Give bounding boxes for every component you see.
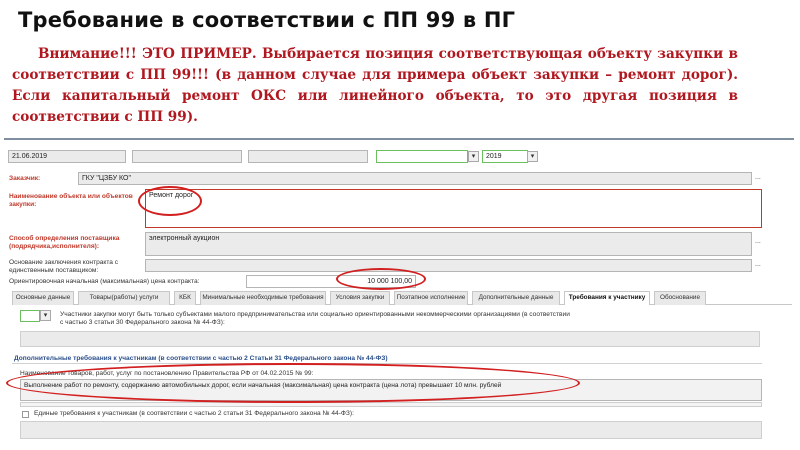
unified-checkbox[interactable] bbox=[22, 411, 29, 418]
tab-staged-execution[interactable]: Поэтапное исполнение bbox=[394, 291, 468, 305]
tab-bar: Основные данные Товары(работы) услуги КБ… bbox=[12, 291, 792, 305]
customer-label: Заказчик: bbox=[9, 175, 41, 182]
annotation-ellipse-price bbox=[336, 268, 426, 290]
blank-field-1[interactable] bbox=[132, 150, 242, 163]
chevron-down-icon[interactable]: ▾ bbox=[40, 310, 51, 321]
tab-participant-requirements[interactable]: Требования к участнику bbox=[564, 291, 650, 305]
procurement-method-field[interactable]: электронный аукцион bbox=[145, 232, 752, 256]
object-name-field[interactable]: Ремонт дорог bbox=[145, 189, 762, 228]
smb-select[interactable] bbox=[20, 310, 40, 322]
tab-additional-data[interactable]: Дополнительные данные bbox=[472, 291, 560, 305]
tab-main-data[interactable]: Основные данные bbox=[12, 291, 74, 305]
customer-field[interactable]: ГКУ "ЦЗБУ КО" bbox=[78, 172, 752, 185]
tab-purchase-conditions[interactable]: Условия закупки bbox=[330, 291, 390, 305]
blank-select-field[interactable] bbox=[376, 150, 468, 163]
chevron-down-icon[interactable]: ▾ bbox=[527, 151, 538, 162]
year-select[interactable]: 2019 bbox=[482, 150, 528, 163]
customer-more-button[interactable]: ... bbox=[755, 174, 761, 181]
tab-kbk[interactable]: КБК bbox=[174, 291, 196, 305]
unified-requirements-box bbox=[20, 421, 762, 439]
blank-field-2[interactable] bbox=[248, 150, 368, 163]
additional-requirements-title: Дополнительные требования к участникам (… bbox=[14, 355, 388, 362]
method-more-button[interactable]: ... bbox=[755, 238, 761, 245]
single-supplier-basis-field[interactable] bbox=[145, 259, 752, 272]
tab-justification[interactable]: Обоснование bbox=[654, 291, 706, 305]
screenshot-top-border bbox=[4, 138, 794, 140]
date-field[interactable]: 21.06.2019 bbox=[8, 150, 126, 163]
price-label: Ориентировочная начальная (максимальная)… bbox=[9, 278, 200, 285]
pp99-extra-box bbox=[20, 402, 762, 407]
smb-detail-box bbox=[20, 331, 760, 347]
single-supplier-basis-label: Основание заключения контракта с единств… bbox=[9, 259, 119, 274]
procurement-method-label: Способ определения поставщика (подрядчик… bbox=[9, 235, 120, 250]
slide-title: Требование в соответствии с ПП 99 в ПГ bbox=[18, 8, 516, 32]
basis-more-button[interactable]: ... bbox=[755, 261, 761, 268]
slide-note: Внимание!!! ЭТО ПРИМЕР. Выбирается позиц… bbox=[12, 46, 738, 125]
smb-text: Участники закупки могут быть только субъ… bbox=[60, 311, 570, 326]
annotation-ellipse-pp99 bbox=[6, 363, 580, 403]
annotation-ellipse-object bbox=[138, 186, 202, 216]
tab-goods-works-services[interactable]: Товары(работы) услуги bbox=[78, 291, 170, 305]
chevron-down-icon[interactable]: ▾ bbox=[468, 151, 479, 162]
tab-minimum-requirements[interactable]: Минимальные необходимые требования bbox=[200, 291, 326, 305]
object-name-label: Наименование объекта или объектов закупк… bbox=[9, 193, 133, 208]
unified-requirements-label: Единые требования к участникам (в соотве… bbox=[34, 410, 354, 417]
